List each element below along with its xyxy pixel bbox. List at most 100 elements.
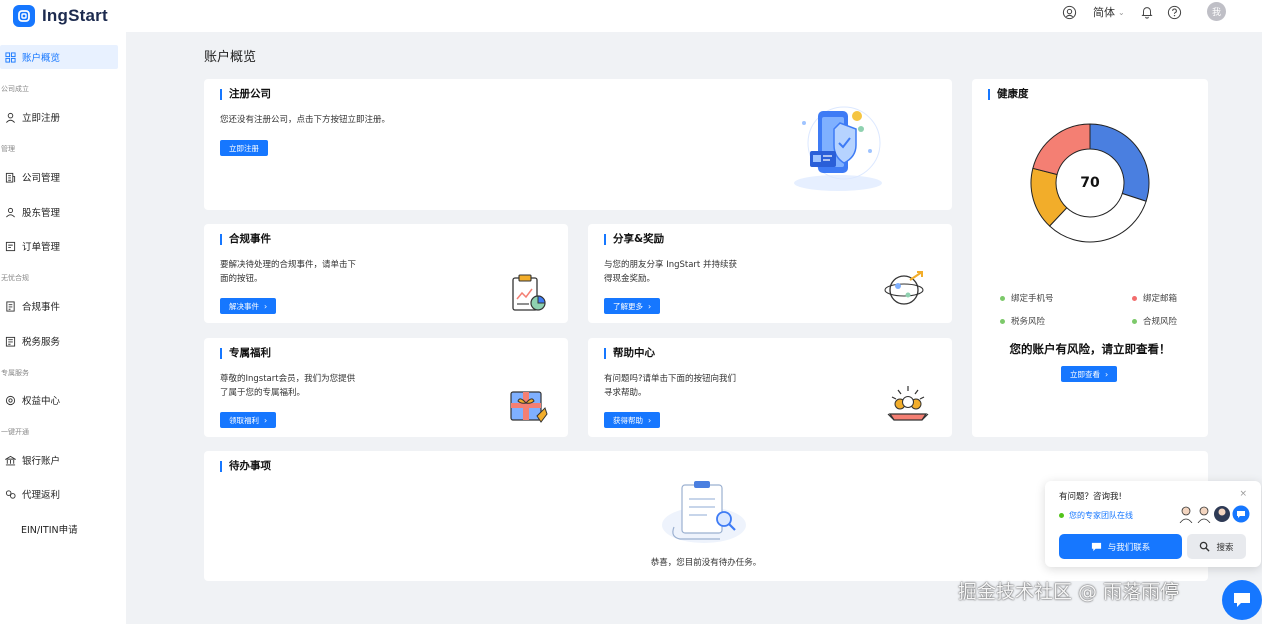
help-icon[interactable] [1166,4,1182,20]
chat-launcher-button[interactable] [1222,580,1262,620]
card-description-line: 寻求帮助。 [604,388,647,398]
risk-warning-text: 您的账户有风险，请立即查看！ [1009,342,1171,356]
chevron-down-icon: ⌄ [1118,7,1125,17]
page-title: 账户概览 [204,50,257,65]
claim-benefits-button[interactable]: 领取福利 › [220,412,277,428]
chevron-right-icon: › [264,301,268,311]
chevron-right-icon: › [648,415,652,425]
sidebar-item-benefits[interactable]: 权益中心 [0,388,118,412]
sidebar-item-shareholders[interactable]: 股东管理 [0,200,118,224]
sidebar-group-label: 一键开通 [1,428,29,436]
help-center-card: 帮助中心 有问题吗?请单击下面的按钮向我们 寻求帮助。 获得帮助 › [588,338,952,437]
clipboard-chart-icon [512,274,546,311]
sidebar-item-overview[interactable]: 账户概览 [0,45,118,69]
button-label: 立即注册 [229,143,259,153]
sidebar-group-label: 专属服务 [1,369,29,377]
card-title: 待办事项 [220,461,271,472]
card-title: 合规事件 [220,234,271,245]
sidebar-item-bank[interactable]: 银行账户 [0,448,118,472]
customer-service-icon[interactable] [1061,4,1077,20]
legend-label: 合规风险 [1143,317,1178,327]
expert-avatar [1178,505,1194,524]
chat-search-button[interactable]: 搜索 [1187,534,1246,559]
sidebar-item-label: 税务服务 [22,337,61,348]
button-label: 获得帮助 [613,415,643,425]
button-label: 了解更多 [613,301,643,311]
expert-avatars [1178,505,1250,524]
chat-online-label: 您的专家团队在线 [1069,511,1133,520]
legend-label: 税务风险 [1011,317,1046,327]
sidebar-item-orders[interactable]: 订单管理 [0,234,118,258]
legend-label: 绑定邮箱 [1143,294,1178,304]
health-score: 70 [1080,175,1100,191]
card-title: 健康度 [988,89,1029,100]
expert-avatar [1214,505,1230,523]
sidebar-group-label: 公司成立 [1,85,29,93]
legend-label: 绑定手机号 [1011,294,1054,304]
sidebar-item-label: 股东管理 [22,208,61,219]
sidebar-item-tax[interactable]: 税务服务 [0,329,118,353]
sidebar-item-label: 代理返利 [22,490,61,501]
sidebar-group-label: 管理 [1,145,15,153]
sidebar-item-ein-itin[interactable]: EIN/ITIN申请 [0,517,118,541]
brand-name: IngStart [42,6,108,25]
card-description-line: 有问题吗?请单击下面的按钮向我们 [604,374,737,384]
sidebar: 账户概览 公司成立 立即注册 管理 公司管理 股东管理 订单管理 无忧合规 合规… [0,32,126,624]
document-icon [6,300,15,312]
gift-box-icon [510,391,548,423]
sidebar-item-label: 订单管理 [22,242,61,253]
chevron-right-icon: › [1105,369,1109,379]
chat-bubble-icon [1232,505,1250,523]
logo-icon [13,5,35,27]
chevron-right-icon: › [264,415,268,425]
expert-avatar [1196,505,1212,524]
sidebar-item-label: 权益中心 [22,396,61,407]
avatar[interactable]: 我 [1207,2,1226,21]
exclusive-benefits-card: 专属福利 尊敬的Ingstart会员，我们为您提供 了属于您的专属福利。 领取福… [204,338,568,437]
language-select[interactable]: 简体 ⌄ [1093,4,1125,20]
register-now-button[interactable]: 立即注册 [220,140,268,156]
top-bar: IngStart 简体 ⌄ 我 [0,0,1262,32]
card-description-line: 得现金奖励。 [604,274,656,284]
sidebar-item-label: EIN/ITIN申请 [21,525,78,536]
card-description-line: 与您的朋友分享 IngStart 并持续获 [604,260,737,270]
card-description-line: 要解决待处理的合规事件，请单击下 [220,260,357,270]
card-title: 专属福利 [220,348,271,359]
chevron-right-icon: › [648,301,652,311]
sidebar-group-label: 无忧合规 [1,274,29,282]
search-icon [1200,541,1211,552]
tax-icon [5,336,16,347]
bell-icon[interactable] [1139,4,1155,20]
contact-us-button[interactable]: 与我们联系 [1059,534,1182,559]
sidebar-item-compliance[interactable]: 合规事件 [0,294,118,318]
learn-more-button[interactable]: 了解更多 › [604,298,661,314]
card-description: 有问题吗?请单击下面的按钮向我们 寻求帮助。 [604,372,736,400]
shareholder-icon [6,207,15,217]
legend-phone: 绑定手机号 [1000,292,1054,304]
resolve-events-button[interactable]: 解决事件 › [220,298,277,314]
watermark-text: 掘金技术社区 @ 雨落雨停 [958,581,1180,603]
badge-icon [5,395,16,405]
empty-clipboard-illustration-icon [662,481,746,543]
view-now-button[interactable]: 立即查看 › [1061,366,1118,382]
button-label: 与我们联系 [1107,542,1151,553]
legend-compliance-risk: 合规风险 [1132,315,1177,327]
user-icon [6,112,15,123]
health-card: 健康度 70 绑定手机号 绑定邮箱 税务风险 合规风险 您的账户有风险，请立即查… [972,79,1208,437]
logo[interactable]: IngStart [13,5,108,27]
sidebar-item-company[interactable]: 公司管理 [0,165,118,189]
sidebar-item-register[interactable]: 立即注册 [0,105,118,129]
globe-share-icon [884,271,924,305]
sidebar-item-label: 账户概览 [22,53,61,64]
get-help-button[interactable]: 获得帮助 › [604,412,661,428]
rebate-icon [5,489,16,499]
sidebar-item-rebate[interactable]: 代理返利 [0,482,118,506]
order-icon [5,241,16,251]
legend-tax-risk: 税务风险 [1000,315,1045,327]
card-description: 要解决待处理的合规事件，请单击下 面的按钮。 [220,258,356,286]
button-label: 立即查看 [1070,369,1100,379]
card-title: 帮助中心 [604,348,655,359]
button-label: 搜索 [1216,542,1234,553]
card-title: 分享&奖励 [604,234,664,245]
close-icon[interactable]: × [1239,489,1247,499]
